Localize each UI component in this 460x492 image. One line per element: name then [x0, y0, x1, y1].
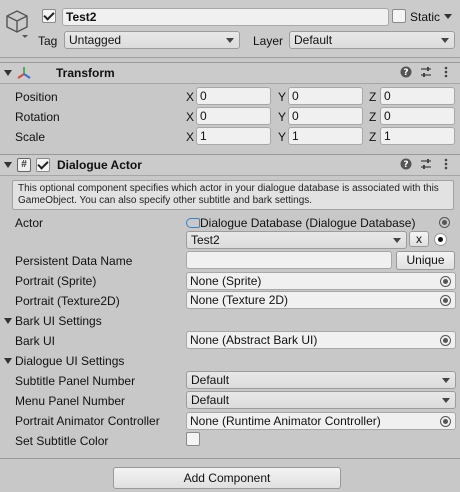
position-label: Position [15, 90, 58, 104]
persistent-data-label: Persistent Data Name [15, 254, 133, 268]
static-checkbox[interactable] [392, 9, 406, 23]
actor-value: Test2 [191, 233, 220, 247]
scale-x-label[interactable]: X [186, 129, 194, 145]
object-picker-icon[interactable] [440, 276, 451, 287]
tag-value: Untagged [69, 33, 122, 47]
chevron-down-icon [393, 238, 401, 243]
gameobject-cube-icon[interactable] [4, 8, 30, 38]
bottom-divider [0, 458, 460, 459]
rotation-y-label[interactable]: Y [278, 109, 286, 125]
unique-button[interactable]: Unique [396, 251, 455, 270]
gameobject-header: Test2 Static Tag Untagged Layer Default [0, 0, 460, 58]
portrait-texture-value: None (Texture 2D) [190, 293, 289, 307]
bark-ui-field[interactable]: None (Abstract Bark UI) [186, 331, 456, 349]
context-menu-icon[interactable] [439, 158, 453, 172]
rotation-y-field[interactable]: 0 [288, 107, 363, 125]
bark-section-foldout[interactable] [4, 318, 12, 324]
svg-text:?: ? [403, 68, 408, 78]
object-picker-icon[interactable] [440, 416, 451, 427]
add-component-button[interactable]: Add Component [113, 467, 341, 489]
chevron-down-icon [441, 38, 449, 43]
position-x-field[interactable]: 0 [196, 87, 271, 105]
portrait-texture-label: Portrait (Texture2D) [15, 294, 120, 308]
enabled-checkbox[interactable] [36, 158, 50, 172]
portrait-sprite-label: Portrait (Sprite) [15, 274, 97, 288]
context-menu-icon[interactable] [439, 66, 453, 80]
scale-y-label[interactable]: Y [278, 129, 286, 145]
static-label: Static [410, 10, 441, 24]
preset-icon[interactable] [419, 66, 433, 80]
actor-database-field[interactable]: Dialogue Database (Dialogue Database) [186, 214, 456, 232]
database-icon [186, 218, 200, 228]
foldout-arrow-icon[interactable] [4, 70, 12, 76]
rotation-x-label[interactable]: X [186, 109, 194, 125]
menu-panel-dropdown[interactable]: Default [186, 391, 456, 409]
transform-icon [16, 65, 32, 81]
portrait-sprite-value: None (Sprite) [190, 274, 262, 288]
position-z-field[interactable]: 0 [380, 87, 455, 105]
scale-z-label[interactable]: Z [369, 129, 376, 145]
menu-panel-label: Menu Panel Number [15, 394, 126, 408]
script-icon: # [17, 158, 31, 172]
subtitle-panel-value: Default [191, 373, 230, 387]
portrait-texture-field[interactable]: None (Texture 2D) [186, 291, 456, 309]
dialogue-actor-header[interactable]: # Dialogue Actor ? [0, 154, 460, 176]
actor-database-value: Dialogue Database (Dialogue Database) [200, 216, 416, 230]
transform-title: Transform [56, 66, 115, 80]
help-icon[interactable]: ? [399, 158, 413, 172]
dialogue-section-label[interactable]: Dialogue UI Settings [15, 353, 124, 369]
persistent-data-field[interactable] [186, 251, 392, 269]
subtitle-panel-label: Subtitle Panel Number [15, 374, 136, 388]
menu-panel-value: Default [191, 393, 230, 407]
help-box: This optional component specifies which … [12, 180, 454, 210]
rotation-x-field[interactable]: 0 [196, 107, 271, 125]
chevron-down-icon [226, 38, 234, 43]
position-y-field[interactable]: 0 [288, 87, 363, 105]
static-dropdown-icon[interactable] [444, 14, 452, 19]
object-picker-icon[interactable] [439, 217, 450, 228]
scale-label: Scale [15, 130, 46, 144]
position-x-label[interactable]: X [186, 89, 194, 105]
chevron-down-icon [442, 398, 450, 403]
subtitle-color-label: Set Subtitle Color [15, 434, 109, 448]
layer-label: Layer [253, 34, 284, 48]
foldout-arrow-icon[interactable] [4, 162, 12, 168]
tag-label: Tag [38, 34, 58, 48]
active-checkbox[interactable] [42, 9, 56, 23]
scale-z-field[interactable]: 1 [380, 127, 455, 145]
preset-icon[interactable] [419, 158, 433, 172]
rotation-z-label[interactable]: Z [369, 109, 376, 125]
actor-label: Actor [15, 216, 44, 230]
transform-header[interactable]: Transform ? [0, 62, 460, 84]
scale-y-field[interactable]: 1 [288, 127, 363, 145]
svg-text:?: ? [403, 160, 408, 170]
scale-x-field[interactable]: 1 [196, 127, 271, 145]
clear-actor-button[interactable]: x [409, 231, 429, 247]
help-icon[interactable]: ? [399, 66, 413, 80]
layer-value: Default [294, 33, 333, 47]
dialogue-actor-title: Dialogue Actor [57, 158, 142, 172]
object-picker-icon[interactable] [440, 295, 451, 306]
bark-ui-label: Bark UI [15, 334, 56, 348]
object-picker-icon[interactable] [440, 335, 451, 346]
layer-dropdown[interactable]: Default [289, 31, 455, 49]
portrait-sprite-field[interactable]: None (Sprite) [186, 272, 456, 290]
gameobject-name-field[interactable]: Test2 [62, 8, 389, 26]
actor-radio-icon[interactable] [434, 233, 447, 246]
position-z-label[interactable]: Z [369, 89, 376, 105]
rotation-label: Rotation [15, 110, 60, 124]
rotation-z-field[interactable]: 0 [380, 107, 455, 125]
animator-field[interactable]: None (Runtime Animator Controller) [186, 412, 456, 430]
bark-ui-value: None (Abstract Bark UI) [190, 333, 318, 347]
chevron-down-icon [442, 378, 450, 383]
animator-value: None (Runtime Animator Controller) [190, 414, 381, 428]
subtitle-panel-dropdown[interactable]: Default [186, 371, 456, 389]
position-y-label[interactable]: Y [278, 89, 286, 105]
subtitle-color-checkbox[interactable] [186, 432, 200, 446]
bark-section-label[interactable]: Bark UI Settings [15, 313, 102, 329]
animator-label: Portrait Animator Controller [15, 414, 160, 428]
actor-dropdown[interactable]: Test2 [186, 231, 407, 249]
dialogue-section-foldout[interactable] [4, 358, 12, 364]
tag-dropdown[interactable]: Untagged [64, 31, 240, 49]
